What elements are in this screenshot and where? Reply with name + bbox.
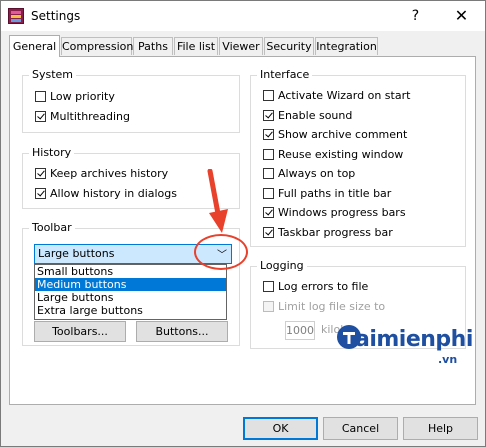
- tab-paths[interactable]: Paths: [133, 37, 173, 55]
- watermark-sub: .vn: [438, 353, 458, 366]
- toolbar-group-title: Toolbar: [29, 221, 75, 234]
- toolbar-size-dropdown-list: Small buttons Medium buttons Large butto…: [34, 264, 227, 320]
- log-size-input[interactable]: 1000: [285, 321, 315, 340]
- history-group-title: History: [29, 146, 75, 159]
- checkbox-box: [263, 148, 274, 160]
- checkbox-label: Taskbar progress bar: [278, 226, 393, 239]
- checkbox-box: [263, 109, 274, 121]
- red-circle-annotation: [194, 234, 248, 270]
- help-title-button[interactable]: ?: [393, 1, 438, 31]
- activate-wizard-checkbox[interactable]: Activate Wizard on start: [263, 88, 410, 104]
- option-large-buttons[interactable]: Large buttons: [35, 291, 226, 304]
- checkbox-label: Log errors to file: [278, 280, 369, 293]
- help-button[interactable]: Help: [403, 417, 478, 440]
- checkbox-label: Multithreading: [50, 110, 130, 123]
- checkbox-label: Keep archives history: [50, 167, 169, 180]
- checkbox-box: [263, 89, 274, 101]
- close-button[interactable]: ✕: [439, 1, 484, 31]
- checkbox-label: Reuse existing window: [278, 148, 404, 161]
- checkbox-box: [35, 187, 46, 199]
- logging-group-title: Logging: [257, 259, 307, 272]
- checkbox-label: Enable sound: [278, 109, 353, 122]
- winrar-app-icon: [8, 8, 24, 24]
- checkbox-box: [35, 167, 46, 179]
- windows-progress-bars-checkbox[interactable]: Windows progress bars: [263, 205, 406, 221]
- checkbox-label: Windows progress bars: [278, 206, 406, 219]
- buttons-button[interactable]: Buttons...: [136, 321, 228, 342]
- checkbox-box: [263, 167, 274, 179]
- multithreading-checkbox[interactable]: Multithreading: [35, 109, 130, 125]
- tab-viewer[interactable]: Viewer: [219, 37, 263, 55]
- checkbox-label: Limit log file size to: [278, 300, 386, 313]
- system-group: System Low priority Multithreading: [22, 68, 240, 133]
- taskbar-progress-bar-checkbox[interactable]: Taskbar progress bar: [263, 225, 393, 241]
- checkbox-box: [263, 128, 274, 140]
- low-priority-checkbox[interactable]: Low priority: [35, 89, 115, 105]
- checkbox-label: Activate Wizard on start: [278, 89, 411, 102]
- cancel-button[interactable]: Cancel: [323, 417, 398, 440]
- checkbox-box: [35, 90, 46, 102]
- checkbox-label: Show archive comment: [278, 128, 408, 141]
- checkbox-box: [263, 206, 274, 218]
- tab-file-list[interactable]: File list: [174, 37, 218, 55]
- toolbars-button[interactable]: Toolbars...: [34, 321, 126, 342]
- option-extra-large-buttons[interactable]: Extra large buttons: [35, 304, 226, 317]
- ok-button[interactable]: OK: [243, 417, 318, 440]
- checkbox-label: Allow history in dialogs: [50, 187, 177, 200]
- log-errors-checkbox[interactable]: Log errors to file: [263, 279, 368, 295]
- checkbox-label: Full paths in title bar: [278, 187, 392, 200]
- tab-compression[interactable]: Compression: [61, 37, 133, 55]
- window-title: Settings: [31, 9, 81, 23]
- general-panel: System Low priority Multithreading Histo…: [9, 56, 476, 405]
- enable-sound-checkbox[interactable]: Enable sound: [263, 108, 352, 124]
- taimienphi-watermark: aimienphi .vn: [335, 317, 485, 375]
- tab-security[interactable]: Security: [264, 37, 314, 55]
- red-arrow-annotation: [207, 169, 228, 233]
- checkbox-box: [263, 187, 274, 199]
- show-archive-comment-checkbox[interactable]: Show archive comment: [263, 127, 407, 143]
- interface-group: Interface Activate Wizard on start Enabl…: [250, 68, 466, 247]
- full-paths-checkbox[interactable]: Full paths in title bar: [263, 186, 391, 202]
- reuse-window-checkbox[interactable]: Reuse existing window: [263, 147, 403, 163]
- settings-window: Settings ? ✕ General Compression Paths F…: [0, 0, 486, 447]
- checkbox-label: Always on top: [278, 167, 356, 180]
- keep-archives-history-checkbox[interactable]: Keep archives history: [35, 166, 168, 182]
- always-on-top-checkbox[interactable]: Always on top: [263, 166, 355, 182]
- checkbox-box: [263, 226, 274, 238]
- option-small-buttons[interactable]: Small buttons: [35, 265, 226, 278]
- system-group-title: System: [29, 68, 77, 81]
- option-medium-buttons[interactable]: Medium buttons: [35, 278, 226, 291]
- tab-general[interactable]: General: [9, 35, 60, 57]
- combobox-value: Large buttons: [38, 247, 115, 260]
- watermark-text: aimienphi: [355, 327, 473, 352]
- checkbox-box: [263, 300, 274, 312]
- interface-group-title: Interface: [257, 68, 313, 81]
- checkbox-box: [35, 110, 46, 122]
- checkbox-box: [263, 280, 274, 292]
- limit-log-size-checkbox[interactable]: Limit log file size to: [263, 299, 385, 315]
- title-bar: Settings ? ✕: [1, 1, 485, 31]
- checkbox-label: Low priority: [50, 90, 115, 103]
- tab-integration[interactable]: Integration: [315, 37, 378, 55]
- allow-history-dialogs-checkbox[interactable]: Allow history in dialogs: [35, 186, 177, 202]
